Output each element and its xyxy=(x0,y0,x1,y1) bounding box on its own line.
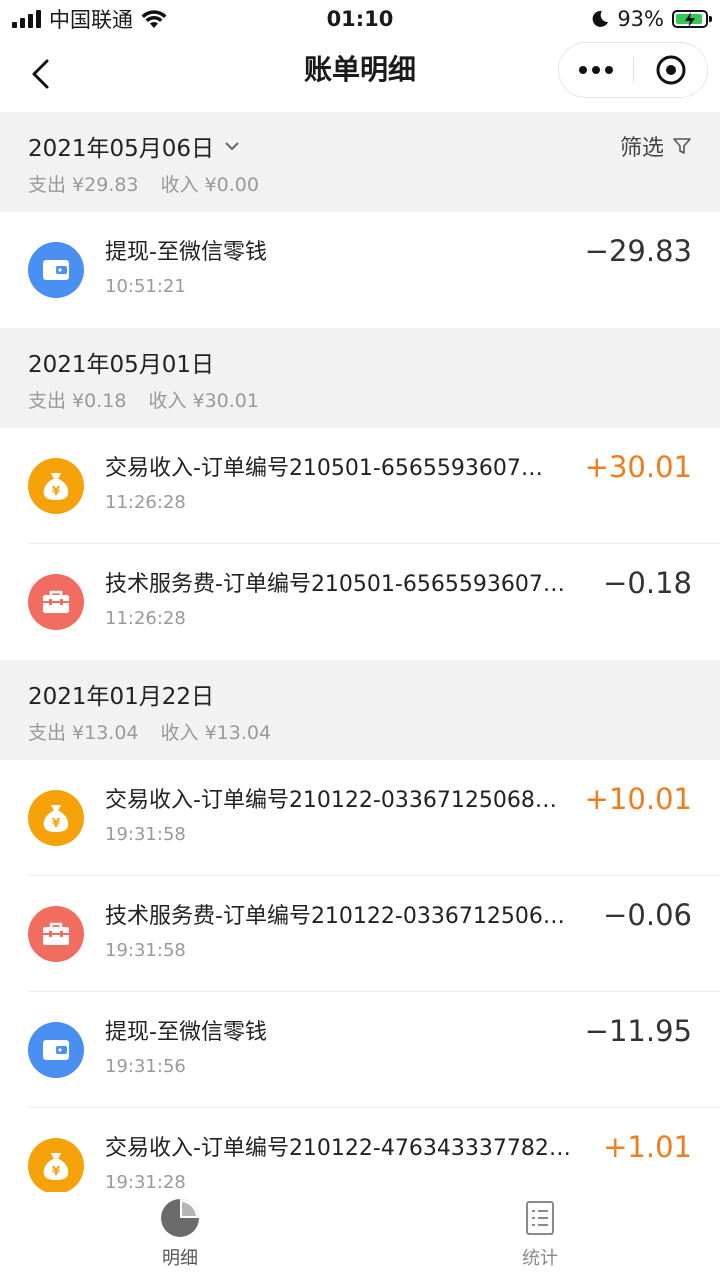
transaction-title: 技术服务费-订单编号210501-6565593607… xyxy=(105,572,565,597)
transaction-time: 19:31:58 xyxy=(105,940,186,961)
income-total: 收入 ¥13.04 xyxy=(160,722,272,744)
close-button[interactable] xyxy=(634,43,708,97)
income-total: 收入 ¥30.01 xyxy=(148,390,259,412)
nav-bar: 账单明细 xyxy=(0,38,720,110)
money-bag-icon: ¥ xyxy=(28,458,84,514)
transaction-row[interactable]: 提现-至微信零钱 19:31:56 −11.95 xyxy=(0,992,720,1108)
date-label: 2021年01月22日 xyxy=(28,684,215,710)
expense-total: 支出 ¥29.83 xyxy=(28,174,139,196)
transaction-row[interactable]: 技术服务费-订单编号210122-0336712506… 19:31:58 −0.0… xyxy=(0,876,720,992)
date-header: 2021年01月22日支出 ¥13.04 收入 ¥13.04 xyxy=(0,660,720,760)
wallet-icon xyxy=(28,242,84,298)
transaction-row[interactable]: 提现-至微信零钱 10:51:21 −29.83 xyxy=(0,212,720,328)
chevron-left-icon xyxy=(32,59,49,89)
transaction-title: 提现-至微信零钱 xyxy=(105,1020,267,1045)
transaction-title: 技术服务费-订单编号210122-0336712506… xyxy=(105,904,565,929)
transaction-amount: +10.01 xyxy=(584,782,692,816)
tab-detail-label: 明细 xyxy=(162,1248,198,1269)
date-header: 2021年05月06日支出 ¥29.83 收入 ¥0.00 筛选 xyxy=(0,112,720,212)
transaction-time: 11:26:28 xyxy=(105,608,186,629)
transaction-title: 交易收入-订单编号210122-476343337782… xyxy=(105,1136,571,1161)
moon-icon xyxy=(592,10,609,27)
tab-stats[interactable]: 统计 xyxy=(480,1198,600,1278)
transaction-time: 19:31:58 xyxy=(105,824,186,845)
date-label: 2021年05月06日 xyxy=(28,136,215,162)
svg-text:¥: ¥ xyxy=(52,816,61,830)
tab-stats-label: 统计 xyxy=(522,1248,558,1269)
transaction-amount: −0.18 xyxy=(603,566,692,600)
toolbox-icon xyxy=(28,574,84,630)
tab-bar: 明细 统计 xyxy=(0,1192,720,1280)
filter-button[interactable]: 筛选 xyxy=(620,130,692,162)
transaction-time: 11:26:28 xyxy=(105,492,186,513)
money-bag-icon: ¥ xyxy=(28,1138,84,1192)
toolbox-icon xyxy=(28,906,84,962)
filter-label: 筛选 xyxy=(619,136,664,161)
expense-total: 支出 ¥13.04 xyxy=(28,722,139,744)
date-selector: 2021年05月01日 xyxy=(28,346,214,378)
svg-text:¥: ¥ xyxy=(52,484,61,498)
status-bar: 中国联通 01:10 93% xyxy=(0,0,720,38)
wallet-icon xyxy=(28,1022,84,1078)
transaction-amount: −29.83 xyxy=(584,234,692,268)
transaction-row[interactable]: ¥ 交易收入-订单编号210122-476343337782… 19:31:28 +1… xyxy=(0,1108,720,1192)
battery-icon xyxy=(672,10,712,28)
status-right: 93% xyxy=(591,4,712,34)
transaction-title: 交易收入-订单编号210501-6565593607… xyxy=(105,456,543,481)
day-summary: 支出 ¥13.04 收入 ¥13.04 xyxy=(28,718,271,745)
tab-detail[interactable]: 明细 xyxy=(120,1198,240,1278)
bill-list[interactable]: 2021年05月06日支出 ¥29.83 收入 ¥0.00 筛选提现-至微信零钱 10… xyxy=(0,112,720,1192)
target-icon xyxy=(656,55,686,85)
expense-total: 支出 ¥0.18 xyxy=(28,390,127,412)
transaction-title: 交易收入-订单编号210122-03367125068… xyxy=(105,788,557,813)
pie-chart-icon xyxy=(161,1199,199,1237)
transaction-row[interactable]: ¥ 交易收入-订单编号210501-6565593607… 11:26:28 +30.… xyxy=(0,428,720,544)
transaction-amount: +30.01 xyxy=(584,450,692,484)
date-selector: 2021年01月22日 xyxy=(28,678,214,710)
transaction-row[interactable]: ¥ 交易收入-订单编号210122-03367125068… 19:31:58 +10… xyxy=(0,760,720,876)
transaction-time: 19:31:56 xyxy=(105,1056,186,1077)
income-total: 收入 ¥0.00 xyxy=(160,174,259,196)
transaction-amount: +1.01 xyxy=(603,1130,692,1164)
transaction-row[interactable]: 技术服务费-订单编号210501-6565593607… 11:26:28 −0.1… xyxy=(0,544,720,660)
transaction-time: 19:31:28 xyxy=(105,1172,186,1192)
battery-percent: 93% xyxy=(617,7,664,31)
transaction-amount: −11.95 xyxy=(584,1014,692,1048)
money-bag-icon: ¥ xyxy=(28,790,84,846)
date-label: 2021年05月01日 xyxy=(28,352,215,378)
mini-program-capsule xyxy=(558,42,708,98)
chevron-down-icon xyxy=(225,142,239,151)
day-summary: 支出 ¥0.18 收入 ¥30.01 xyxy=(28,386,259,413)
day-summary: 支出 ¥29.83 收入 ¥0.00 xyxy=(28,170,259,197)
list-icon xyxy=(526,1201,554,1235)
more-button[interactable] xyxy=(559,43,633,97)
back-button[interactable] xyxy=(20,54,60,94)
date-selector[interactable]: 2021年05月06日 xyxy=(28,130,240,162)
transaction-amount: −0.06 xyxy=(603,898,692,932)
date-header: 2021年05月01日支出 ¥0.18 收入 ¥30.01 xyxy=(0,328,720,428)
svg-text:¥: ¥ xyxy=(52,1164,61,1178)
transaction-title: 提现-至微信零钱 xyxy=(105,240,267,265)
transaction-time: 10:51:21 xyxy=(105,276,186,297)
filter-icon xyxy=(673,138,691,154)
